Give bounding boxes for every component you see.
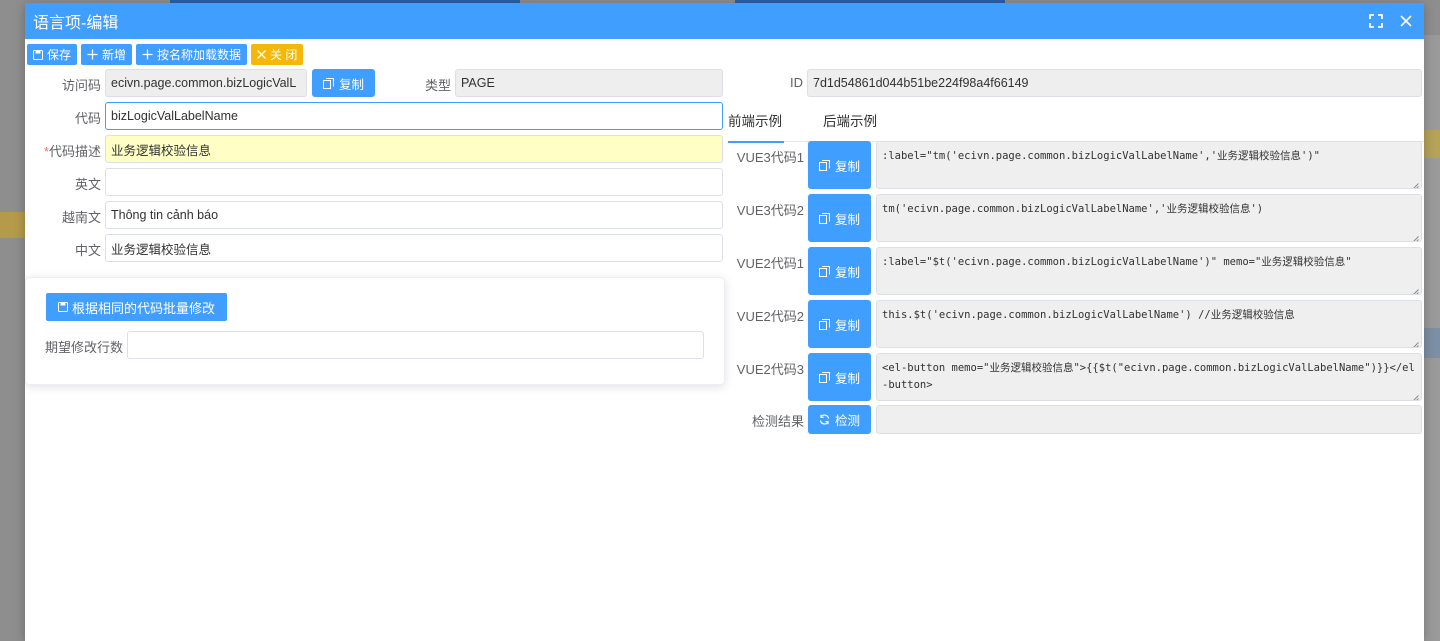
id-field[interactable]: 7d1d54861d044b51be224f98a4f66149 [807,69,1422,97]
expected-rows-label: 期望修改行数 [44,340,123,355]
example-label: VUE3代码1 [736,150,804,165]
save-icon [58,302,68,312]
example-label: VUE2代码3 [736,362,804,377]
example-label: VUE2代码1 [736,256,804,271]
close-button[interactable]: 关 闭 [251,44,304,65]
english-label: 英文 [74,177,101,192]
copy-icon [818,318,830,330]
toolbar: 保存 新增 按名称加载数据 关 闭 [27,44,304,65]
type-field[interactable]: PAGE [455,69,723,97]
english-input[interactable] [105,168,723,196]
type-label: 类型 [424,78,451,93]
close-icon [257,50,267,59]
maximize-icon[interactable] [1368,13,1384,29]
plus-icon [87,49,98,60]
batch-modify-button[interactable]: 根据相同的代码批量修改 [46,293,228,321]
desc-input[interactable] [105,135,723,163]
resize-handle-icon[interactable] [1412,179,1419,188]
add-button[interactable]: 新增 [81,44,133,65]
copy-vue3-code2-button[interactable]: 复制 [808,194,871,242]
example-label: VUE2代码2 [736,309,804,324]
vietnamese-label: 越南文 [61,210,101,225]
copy-icon [818,371,830,383]
copy-vue2-code2-button[interactable]: 复制 [808,300,871,348]
copy-vue3-code1-button[interactable]: 复制 [808,141,871,189]
copy-icon [818,159,830,171]
access-code-field[interactable]: ecivn.page.common.bizLogicValL [105,69,307,97]
vue2-code2-textarea[interactable]: this.$t('ecivn.page.common.bizLogicValLa… [876,300,1422,348]
copy-icon [818,212,830,224]
dialog-title: 语言项-编辑 [33,15,119,32]
refresh-icon [819,414,830,425]
example-tabs: 前端示例 后端示例 [728,108,1424,143]
code-input[interactable] [105,102,723,130]
close-icon[interactable] [1398,13,1414,29]
copy-access-code-button[interactable]: 复制 [312,69,375,97]
check-result-field[interactable] [876,405,1422,434]
check-result-label: 检测结果 [751,414,804,429]
code-label: 代码 [74,111,101,126]
resize-handle-icon[interactable] [1412,338,1419,347]
background-right-highlight [1424,130,1440,158]
save-button[interactable]: 保存 [27,44,78,65]
copy-vue2-code1-button[interactable]: 复制 [808,247,871,295]
tab-frontend-example[interactable]: 前端示例 [728,108,784,143]
resize-handle-icon[interactable] [1412,391,1419,400]
example-label: VUE3代码2 [736,203,804,218]
access-code-label: 访问码 [61,78,101,93]
save-icon [33,49,43,60]
vue2-code1-textarea[interactable]: :label="$t('ecivn.page.common.bizLogicVa… [876,247,1422,295]
background-left-highlight [0,212,25,238]
vue3-code2-textarea[interactable]: tm('ecivn.page.common.bizLogicValLabelNa… [876,194,1422,242]
dialog-titlebar: 语言项-编辑 [25,3,1424,39]
load-by-name-button[interactable]: 按名称加载数据 [136,44,248,65]
plus-icon [142,49,153,60]
vue2-code3-textarea[interactable]: <el-button memo="业务逻辑校验信息">{{$t("ecivn.p… [876,353,1422,401]
tab-backend-example[interactable]: 后端示例 [823,108,879,141]
resize-handle-icon[interactable] [1412,232,1419,241]
batch-modify-card: 根据相同的代码批量修改 期望修改行数 [25,277,725,385]
check-button[interactable]: 检测 [808,405,871,434]
copy-icon [322,77,334,89]
background-right-highlight [1424,328,1440,358]
resize-handle-icon[interactable] [1412,285,1419,294]
copy-icon [818,265,830,277]
copy-vue2-code3-button[interactable]: 复制 [808,353,871,401]
chinese-input[interactable] [105,234,723,262]
vue3-code1-textarea[interactable]: :label="tm('ecivn.page.common.bizLogicVa… [876,141,1422,189]
id-label: ID [790,75,803,90]
chinese-label: 中文 [74,243,101,258]
edit-dialog: 语言项-编辑 保存 新增 按名称加载数据 关 闭 访问码 ecivn.page.… [25,3,1424,641]
desc-label: *代码描述 [43,144,101,159]
expected-rows-input[interactable] [127,331,704,359]
vietnamese-input[interactable] [105,201,723,229]
